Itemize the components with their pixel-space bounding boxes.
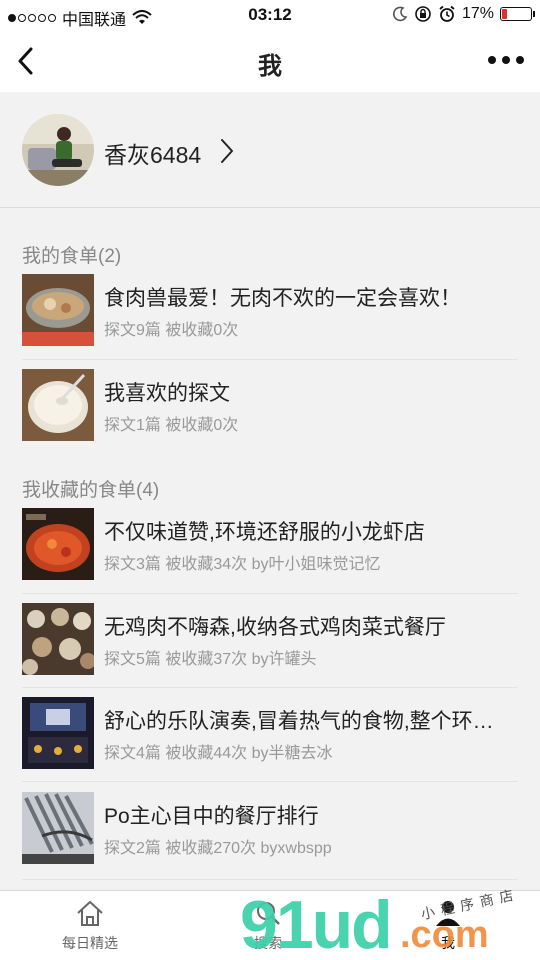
list-item[interactable]: Po主心目中的餐厅排行 探文2篇 被收藏270次 byxwbspp <box>22 792 518 886</box>
list-item[interactable]: 无鸡肉不嗨森,收纳各式鸡肉菜式餐厅 探文5篇 被收藏37次 by许罐头 <box>22 603 518 697</box>
list-item[interactable]: 舒心的乐队演奏,冒着热气的食物,整个环境都很好 探文4篇 被收藏44次 by半糖… <box>22 697 518 791</box>
page-title: 我 <box>258 53 282 80</box>
content-area: 我的食单(2) 食肉兽最爱！无肉不欢的一定会喜欢！ 探文9篇 被收藏0次 我喜欢… <box>0 209 540 891</box>
battery-percent: 17% <box>461 5 494 22</box>
rotation-lock-icon <box>415 6 431 22</box>
profile-name: 香灰6484 <box>104 142 202 168</box>
profile-row[interactable]: 香灰6484 <box>0 92 540 208</box>
list-item-meta: 探文9篇 被收藏0次 <box>104 322 239 339</box>
search-icon <box>257 902 280 925</box>
list-item-title: 不仅味道赞,环境还舒服的小龙虾店 <box>104 521 425 544</box>
list-item-title: Po主心目中的餐厅排行 <box>104 805 319 828</box>
tab-me[interactable]: 我 <box>398 899 498 957</box>
status-bar: 中国联通 03:12 17% <box>0 0 540 30</box>
tab-daily-picks[interactable]: 每日精选 <box>40 899 140 957</box>
navigation-bar: 我 <box>0 30 540 92</box>
more-dots-icon[interactable] <box>488 52 524 68</box>
divider <box>22 359 518 360</box>
divider <box>22 593 518 594</box>
list-item-meta: 探文4篇 被收藏44次 by半糖去冰 <box>104 745 333 762</box>
list-item-title: 无鸡肉不嗨森,收纳各式鸡肉菜式餐厅 <box>104 616 446 639</box>
moon-icon <box>393 6 408 22</box>
tab-search[interactable]: 搜索 <box>218 899 318 957</box>
thumbnail-image <box>22 369 94 441</box>
tab-label: 搜索 <box>254 935 282 951</box>
list-item[interactable]: 食肉兽最爱！无肉不欢的一定会喜欢！ 探文9篇 被收藏0次 <box>22 274 518 368</box>
list-item-title: 我喜欢的探文 <box>104 382 230 405</box>
list-item-title: 食肉兽最爱！无肉不欢的一定会喜欢！ <box>104 287 461 310</box>
list-item[interactable]: 我喜欢的探文 探文1篇 被收藏0次 <box>22 369 518 463</box>
list-item[interactable]: 不仅味道赞,环境还舒服的小龙虾店 探文3篇 被收藏34次 by叶小姐味觉记忆 <box>22 508 518 602</box>
thumbnail-image <box>22 792 94 864</box>
status-right: 17% <box>392 5 535 23</box>
chevron-right-icon[interactable] <box>217 137 237 165</box>
battery-icon <box>500 7 535 21</box>
person-icon <box>436 901 460 926</box>
list-item-meta: 探文2篇 被收藏270次 byxwbspp <box>104 840 332 857</box>
thumbnail-image <box>22 697 94 769</box>
list-item-title: 舒心的乐队演奏,冒着热气的食物,整个环境都很好 <box>104 710 512 733</box>
thumbnail-image <box>22 274 94 346</box>
divider <box>22 687 518 688</box>
battery-level <box>502 9 508 19</box>
avatar[interactable] <box>22 114 94 186</box>
section-title-saved-lists: 我收藏的食单(4) <box>22 480 160 501</box>
tab-bar: 每日精选 搜索 我 <box>0 890 540 960</box>
home-icon <box>77 901 103 926</box>
alarm-icon <box>439 5 455 22</box>
list-item-meta: 探文3篇 被收藏34次 by叶小姐味觉记忆 <box>104 556 381 573</box>
thumbnail-image <box>22 508 94 580</box>
list-item-meta: 探文5篇 被收藏37次 by许罐头 <box>104 651 317 668</box>
tab-label: 每日精选 <box>62 935 118 951</box>
divider <box>22 781 518 782</box>
divider <box>22 879 518 880</box>
section-title-my-lists: 我的食单(2) <box>22 246 122 267</box>
list-item-meta: 探文1篇 被收藏0次 <box>104 417 239 434</box>
tab-label: 我 <box>441 935 455 951</box>
thumbnail-image <box>22 603 94 675</box>
